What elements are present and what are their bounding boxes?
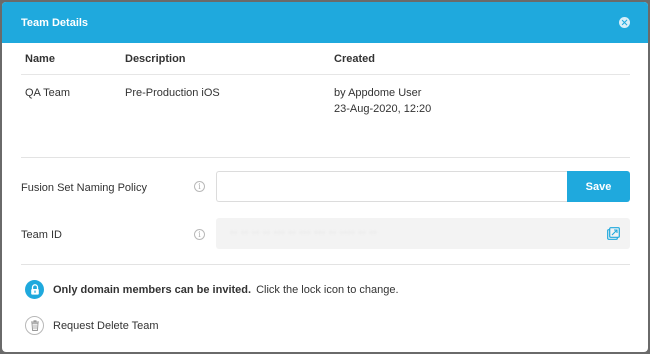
table-row: QA Team Pre-Production iOS by Appdome Us… [21, 75, 630, 117]
copy-icon[interactable] [607, 227, 620, 240]
team-name: QA Team [25, 87, 71, 99]
team-details-dialog: Team Details Name Description Created QA… [2, 2, 648, 352]
column-header-description: Description [125, 52, 186, 65]
save-button[interactable]: Save [567, 171, 630, 202]
close-icon[interactable] [619, 17, 630, 28]
dialog-title: Team Details [21, 16, 89, 29]
notice-text: Click the lock icon to change. [256, 283, 399, 296]
created-date: 23-Aug-2020, 12:20 [334, 103, 432, 115]
info-icon[interactable]: i [194, 181, 205, 192]
divider [21, 264, 630, 265]
naming-policy-input[interactable] [216, 171, 568, 202]
lock-icon[interactable] [25, 280, 44, 299]
request-delete-team-button[interactable]: Request Delete Team [25, 316, 159, 335]
info-icon[interactable]: i [194, 229, 205, 240]
team-description: Pre-Production iOS [125, 87, 220, 99]
team-id-label: Team ID [21, 229, 62, 241]
naming-policy-label: Fusion Set Naming Policy [21, 182, 147, 194]
column-header-created: Created [334, 52, 375, 65]
team-id-value: ·· ·· ·· ·· ··· ·· ··· ··· ·· ···· ·· ·· [230, 227, 378, 238]
team-id-field: ·· ·· ·· ·· ··· ·· ··· ··· ·· ···· ·· ·· [216, 218, 630, 249]
notice-strong-text: Only domain members can be invited. [53, 283, 252, 296]
request-delete-team-label: Request Delete Team [53, 319, 159, 332]
team-info-table: Name Description Created QA Team Pre-Pro… [21, 43, 630, 117]
created-by: by Appdome User [334, 87, 422, 99]
trash-icon [25, 316, 44, 335]
invite-restriction-notice: Only domain members can be invited. Clic… [25, 280, 399, 299]
dialog-header: Team Details [2, 2, 648, 43]
divider [21, 157, 630, 158]
column-header-name: Name [25, 52, 55, 65]
table-header: Name Description Created [21, 43, 630, 75]
